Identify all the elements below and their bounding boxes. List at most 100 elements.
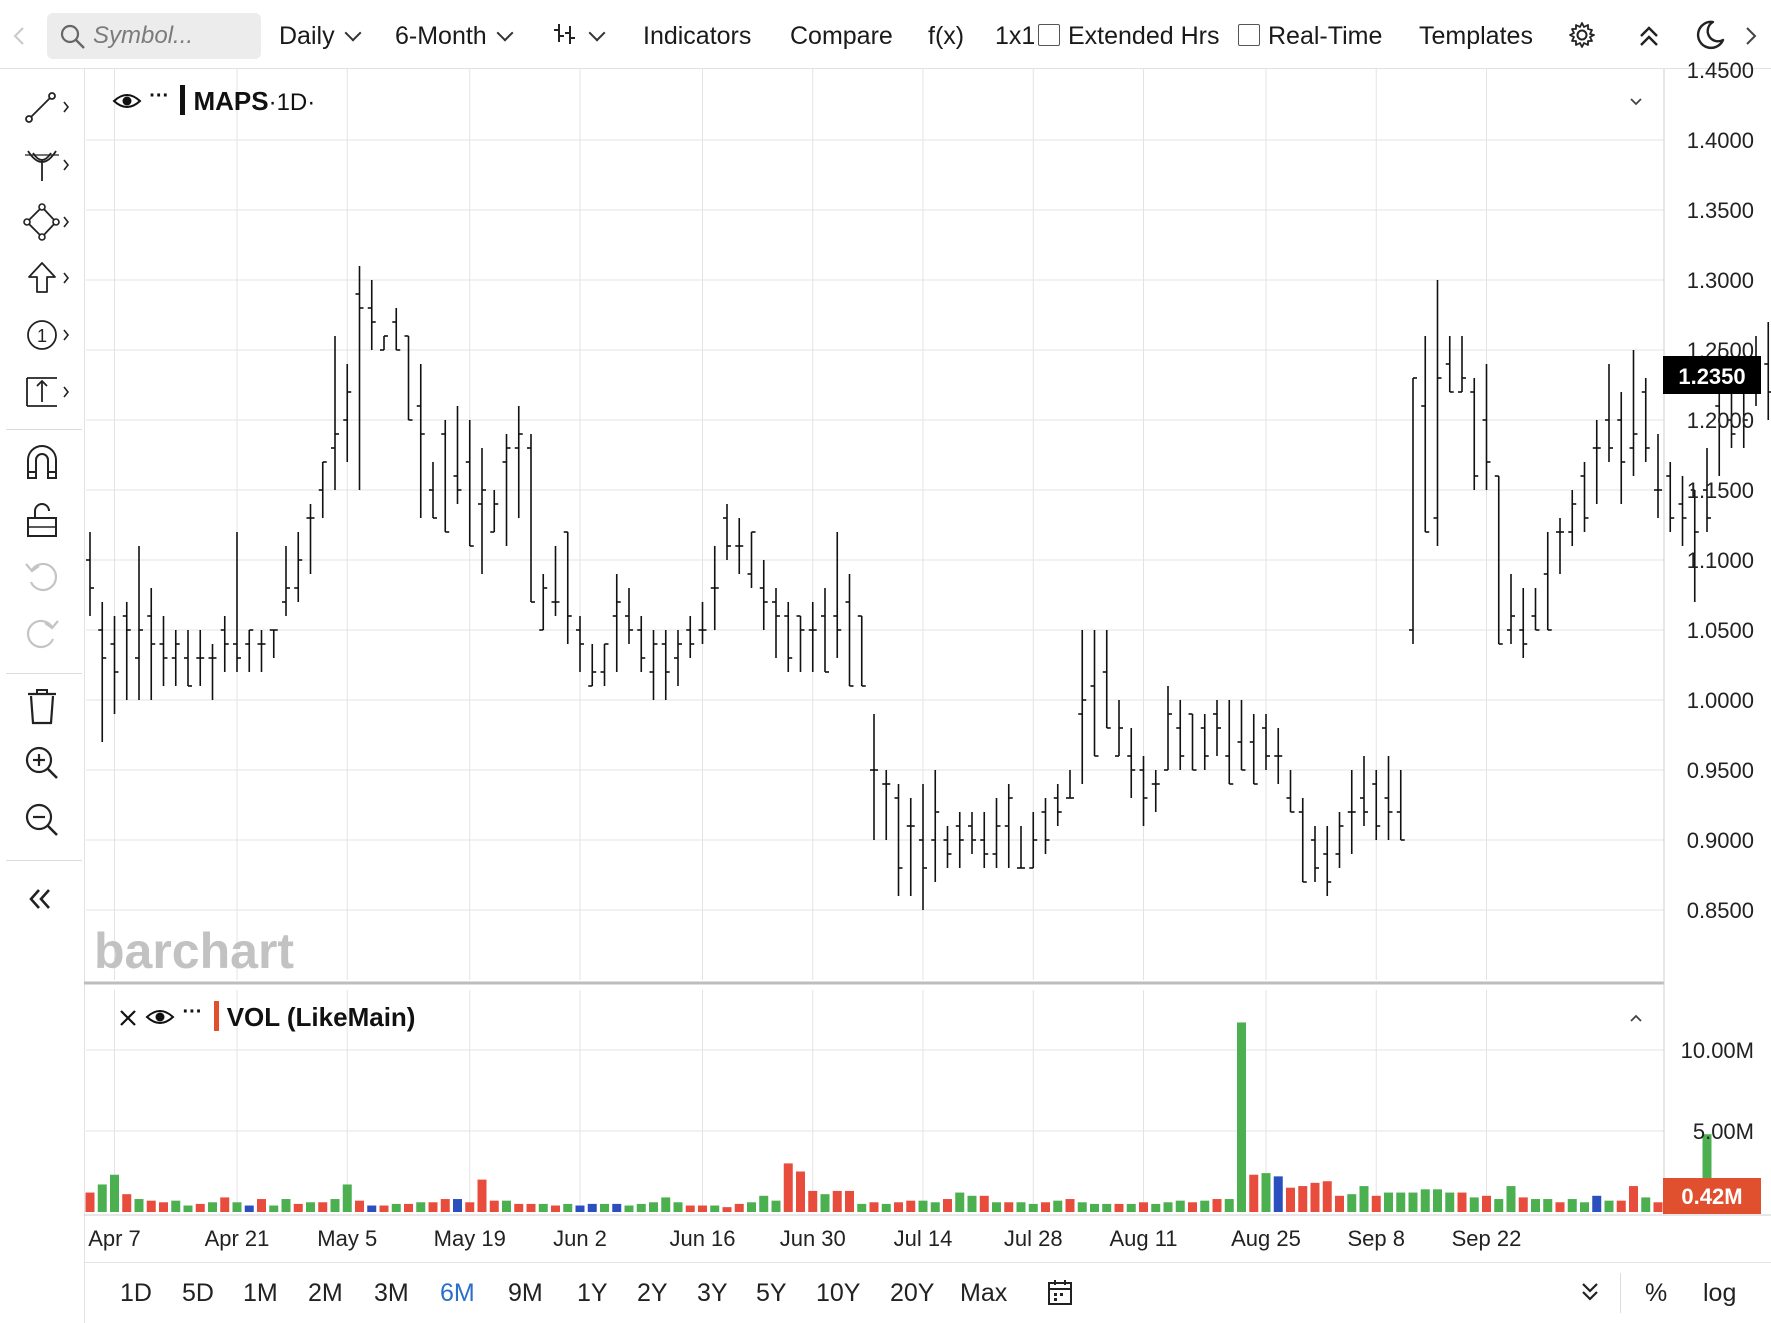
ohlc-bar [196,630,205,686]
chevron-up-icon[interactable] [1628,1012,1644,1024]
volume-bar [930,1202,940,1212]
volume-bar [1188,1202,1197,1212]
percent-scale-button[interactable]: % [1645,1275,1667,1311]
volume-bar [1469,1197,1479,1212]
price-tick-label: 1.4000 [1687,128,1754,153]
volume-bar [85,1192,95,1212]
ohlc-bar [1188,713,1197,771]
volume-bar [195,1203,205,1212]
range-selector: 1D 5D 1M 2M 3M 6M 9M 1Y 2Y 3Y 5Y 10Y 20Y Max % log [84,1262,1771,1323]
volume-bar [306,1202,315,1212]
time-tick-label: Jun 30 [780,1226,846,1251]
ohlc-bar [453,406,462,504]
chart-grid [86,69,1664,1212]
volume-bar [845,1190,854,1212]
ohlc-bar [1090,630,1099,757]
interval-tag: ·1D· [268,89,316,116]
ohlc-bar [416,364,425,518]
eye-icon[interactable] [112,91,142,111]
ohlc-bar [122,602,131,700]
ohlc-bar [1445,336,1454,393]
ohlc-bar [1409,377,1417,644]
time-tick-label: May 5 [317,1226,377,1251]
volume-bar [465,1202,475,1212]
ohlc-bar [1605,364,1613,462]
range-button-5y[interactable]: 5Y [756,1275,787,1311]
volume-bar [600,1203,609,1212]
volume-bar [918,1200,928,1212]
volume-bar [685,1205,695,1212]
log-scale-button[interactable]: log [1703,1275,1736,1311]
more-options-icon[interactable]: ··· [182,1001,202,1023]
volume-bar [146,1200,156,1212]
volume-bar [943,1199,952,1212]
volume-bar [1249,1174,1259,1212]
range-button-5d[interactable]: 5D [182,1275,214,1311]
range-button-max[interactable]: Max [960,1275,1007,1311]
ohlc-bar [992,798,1001,868]
ohlc-bar [1458,336,1466,393]
ohlc-bar [147,588,156,700]
expand-down-icon[interactable] [1579,1280,1601,1304]
range-button-1m[interactable]: 1M [243,1275,278,1311]
volume-bar [159,1202,168,1212]
ohlc-bar [539,574,548,631]
volume-bar [1396,1192,1406,1212]
volume-bar [1041,1202,1050,1212]
time-tick-label: Sep 22 [1452,1226,1522,1251]
ohlc-bar [1556,518,1564,574]
ohlc-bar [1654,434,1662,518]
ohlc-bar [1347,770,1356,854]
calendar-icon[interactable] [1046,1277,1074,1307]
ohlc-bar [233,532,241,672]
volume-bar [1322,1181,1332,1212]
volume-bar [1555,1202,1565,1212]
ohlc-bar [612,574,621,672]
barchart-watermark: barchart [94,923,294,979]
volume-bar [1604,1200,1614,1212]
range-button-9m[interactable]: 9M [508,1275,543,1311]
volume-bar [1102,1203,1112,1212]
range-button-6m[interactable]: 6M [440,1275,475,1311]
range-button-2m[interactable]: 2M [308,1275,343,1311]
range-button-2y[interactable]: 2Y [637,1275,668,1311]
volume-bar [269,1205,279,1212]
volume-bar [416,1202,426,1212]
chart-canvas[interactable]: barchart 1.45001.40001.35001.30001.25001… [0,0,1771,1323]
price-tick-label: 1.3500 [1687,198,1754,223]
volume-bar [624,1205,634,1212]
volume-bar [1237,1022,1246,1212]
ohlc-bar [1262,714,1270,770]
range-button-1d[interactable]: 1D [120,1275,152,1311]
ohlc-bar [380,335,388,351]
ohlc-bar [245,629,254,672]
range-button-1y[interactable]: 1Y [577,1275,608,1311]
volume-bar [1384,1192,1393,1212]
range-button-20y[interactable]: 20Y [890,1275,934,1311]
time-tick-label: Sep 8 [1348,1226,1406,1251]
volume-bar [894,1202,903,1212]
ohlc-bar [796,615,805,672]
ohlc-bar [159,616,168,686]
price-tick-label: 1.3000 [1687,268,1754,293]
range-button-3m[interactable]: 3M [374,1275,409,1311]
volume-bar [1359,1186,1369,1212]
ohlc-bar [968,812,976,854]
ohlc-bar [1531,588,1540,631]
volume-bar [391,1203,401,1212]
ohlc-bar [649,630,658,700]
volume-bar [771,1200,781,1212]
eye-icon[interactable] [145,1007,175,1027]
range-button-3y[interactable]: 3Y [697,1275,728,1311]
volume-bar [220,1197,230,1212]
volume-bar [122,1194,132,1212]
chevron-down-icon[interactable] [1628,96,1644,108]
ohlc-bar [943,826,952,868]
ohlc-bar [294,532,303,602]
close-icon[interactable] [118,1008,138,1028]
ohlc-bar [1176,700,1185,770]
range-button-10y[interactable]: 10Y [816,1275,860,1311]
more-options-icon[interactable]: ··· [149,85,169,107]
ohlc-bar [1470,378,1479,490]
ohlc-bar [465,420,474,547]
